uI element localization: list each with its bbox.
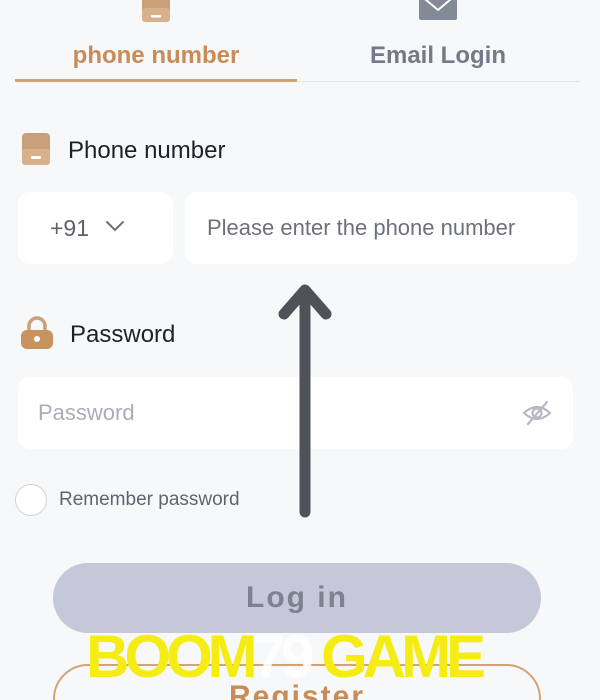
tab-email-login[interactable]: Email Login — [297, 0, 579, 82]
phone-number-label-text: Phone number — [68, 137, 226, 164]
remember-password: Remember password — [15, 483, 240, 517]
country-code-value: +91 — [50, 214, 90, 241]
password-label: Password — [20, 315, 176, 351]
chevron-down-icon — [105, 219, 125, 237]
eye-off-icon[interactable] — [521, 399, 553, 432]
watermark-number: 79 — [252, 623, 315, 690]
envelope-icon — [418, 0, 458, 27]
phone-icon — [141, 0, 171, 29]
remember-password-radio[interactable] — [15, 484, 47, 516]
watermark: BOOM79 GAME — [86, 622, 526, 692]
login-tabs: phone number Email Login — [15, 0, 580, 82]
phone-number-input[interactable] — [207, 192, 567, 264]
remember-password-label: Remember password — [59, 489, 240, 510]
tab-phone-number[interactable]: phone number — [15, 0, 297, 82]
tab-phone-label: phone number — [72, 42, 240, 69]
country-code-select[interactable]: +91 — [18, 192, 173, 264]
arrow-up-icon — [278, 284, 332, 518]
phone-number-field — [185, 192, 578, 264]
lock-icon — [20, 315, 54, 355]
watermark-game: GAME — [321, 623, 486, 690]
tab-email-label: Email Login — [369, 42, 506, 69]
phone-icon — [20, 132, 52, 171]
phone-number-label: Phone number — [20, 132, 226, 167]
password-label-text: Password — [70, 321, 176, 348]
watermark-boom: BOOM — [86, 623, 258, 690]
